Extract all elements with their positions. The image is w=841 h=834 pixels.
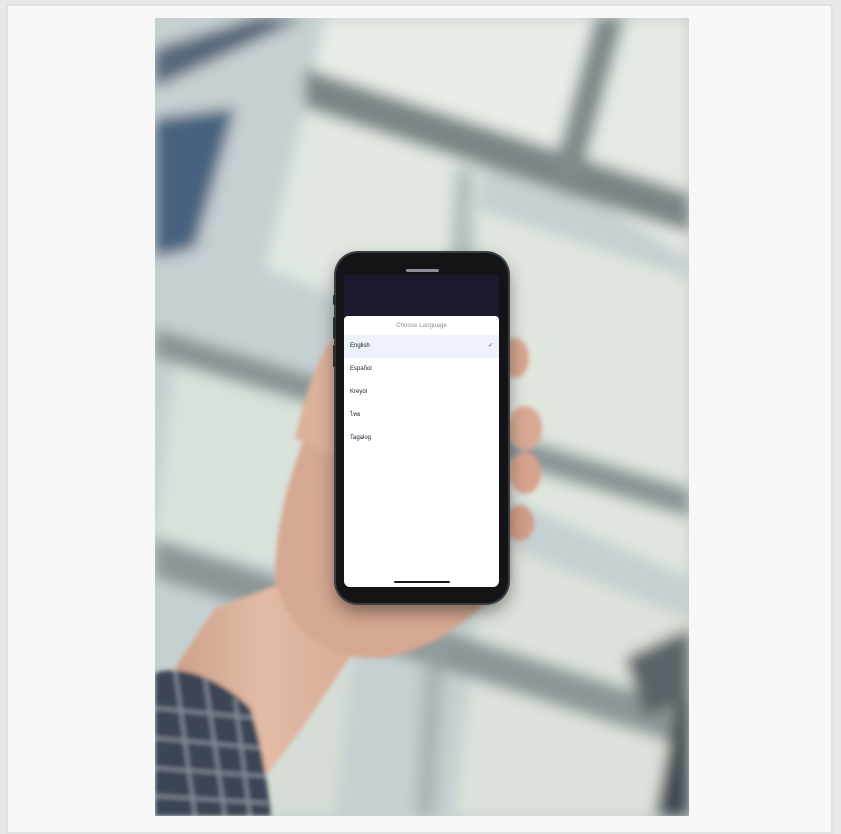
language-option-label: English xyxy=(350,343,370,349)
phone-speaker xyxy=(406,269,439,272)
language-option-english[interactable]: English ✓ xyxy=(344,335,499,358)
language-option-label: Español xyxy=(350,366,372,372)
checkmark-icon: ✓ xyxy=(487,343,493,349)
language-option-label: Kreyòl xyxy=(350,389,368,395)
language-option-espanol[interactable]: Español xyxy=(344,358,499,381)
language-option-tagalog[interactable]: Tagalog xyxy=(344,427,499,450)
phone-screen: Choose Language English ✓ Español Kreyòl… xyxy=(344,275,499,587)
hand-holding-phone-photo: Choose Language English ✓ Español Kreyòl… xyxy=(155,18,689,816)
language-option-label: ไทย xyxy=(350,412,361,418)
language-list: English ✓ Español Kreyòl ไทย Tagalog xyxy=(344,335,499,450)
phone-side-button xyxy=(333,295,336,305)
language-option-thai[interactable]: ไทย xyxy=(344,404,499,427)
phone-volume-up-button xyxy=(333,317,336,339)
language-option-kreyol[interactable]: Kreyòl xyxy=(344,381,499,404)
smartphone: Choose Language English ✓ Español Kreyòl… xyxy=(333,253,508,603)
language-option-label: Tagalog xyxy=(350,435,372,441)
home-indicator[interactable] xyxy=(394,581,450,583)
sheet-title: Choose Language xyxy=(396,323,447,329)
language-bottom-sheet: Choose Language English ✓ Español Kreyòl… xyxy=(344,316,499,587)
phone-volume-down-button xyxy=(333,345,336,367)
